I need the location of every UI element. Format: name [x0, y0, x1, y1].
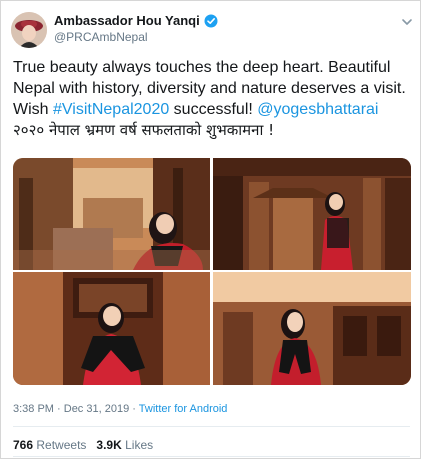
- likes-stat[interactable]: 3.9K Likes: [96, 438, 153, 452]
- photo-4[interactable]: [213, 272, 411, 385]
- mention-link[interactable]: @yogesbhattarai: [257, 101, 378, 118]
- tweet-text-nepali: २०२० नेपाल भ्रमण वर्ष सफलताको शुभकामना !: [13, 121, 275, 139]
- retweets-stat[interactable]: 766 Retweets: [13, 438, 86, 452]
- author-handle[interactable]: @PRCAmbNepal: [54, 30, 148, 44]
- tweet-card: Ambassador Hou Yanqi @PRCAmbNepal True b…: [0, 0, 421, 459]
- media-grid: [13, 158, 411, 385]
- tweet-text-part2: successful!: [169, 101, 258, 118]
- tweet-source-link[interactable]: Twitter for Android: [139, 403, 228, 415]
- tweet-time[interactable]: 3:38 PM: [13, 403, 54, 415]
- tweet-date[interactable]: Dec 31, 2019: [64, 403, 129, 415]
- tweet-meta: 3:38 PM · Dec 31, 2019 · Twitter for And…: [13, 403, 227, 415]
- author-name-row[interactable]: Ambassador Hou Yanqi: [54, 13, 218, 28]
- divider-bottom: [13, 456, 410, 457]
- photo-2[interactable]: [213, 158, 411, 270]
- verified-badge-icon: [204, 14, 218, 28]
- avatar[interactable]: [11, 12, 47, 48]
- tweet-stats: 766 Retweets 3.9K Likes: [13, 438, 153, 452]
- chevron-down-icon[interactable]: [400, 15, 414, 29]
- meta-separator: ·: [53, 403, 64, 415]
- divider: [13, 426, 410, 427]
- meta-separator-2: ·: [129, 403, 139, 415]
- photo-3[interactable]: [13, 272, 210, 385]
- avatar-image: [11, 12, 47, 48]
- likes-count: 3.9K: [96, 438, 122, 452]
- author-display-name[interactable]: Ambassador Hou Yanqi: [54, 13, 200, 28]
- photo-1[interactable]: [13, 158, 210, 270]
- tweet-text: True beauty always touches the deep hear…: [13, 57, 417, 141]
- retweets-label: Retweets: [36, 438, 87, 452]
- retweets-count: 766: [13, 438, 34, 452]
- likes-label: Likes: [125, 438, 154, 452]
- hashtag-link[interactable]: #VisitNepal2020: [53, 101, 169, 118]
